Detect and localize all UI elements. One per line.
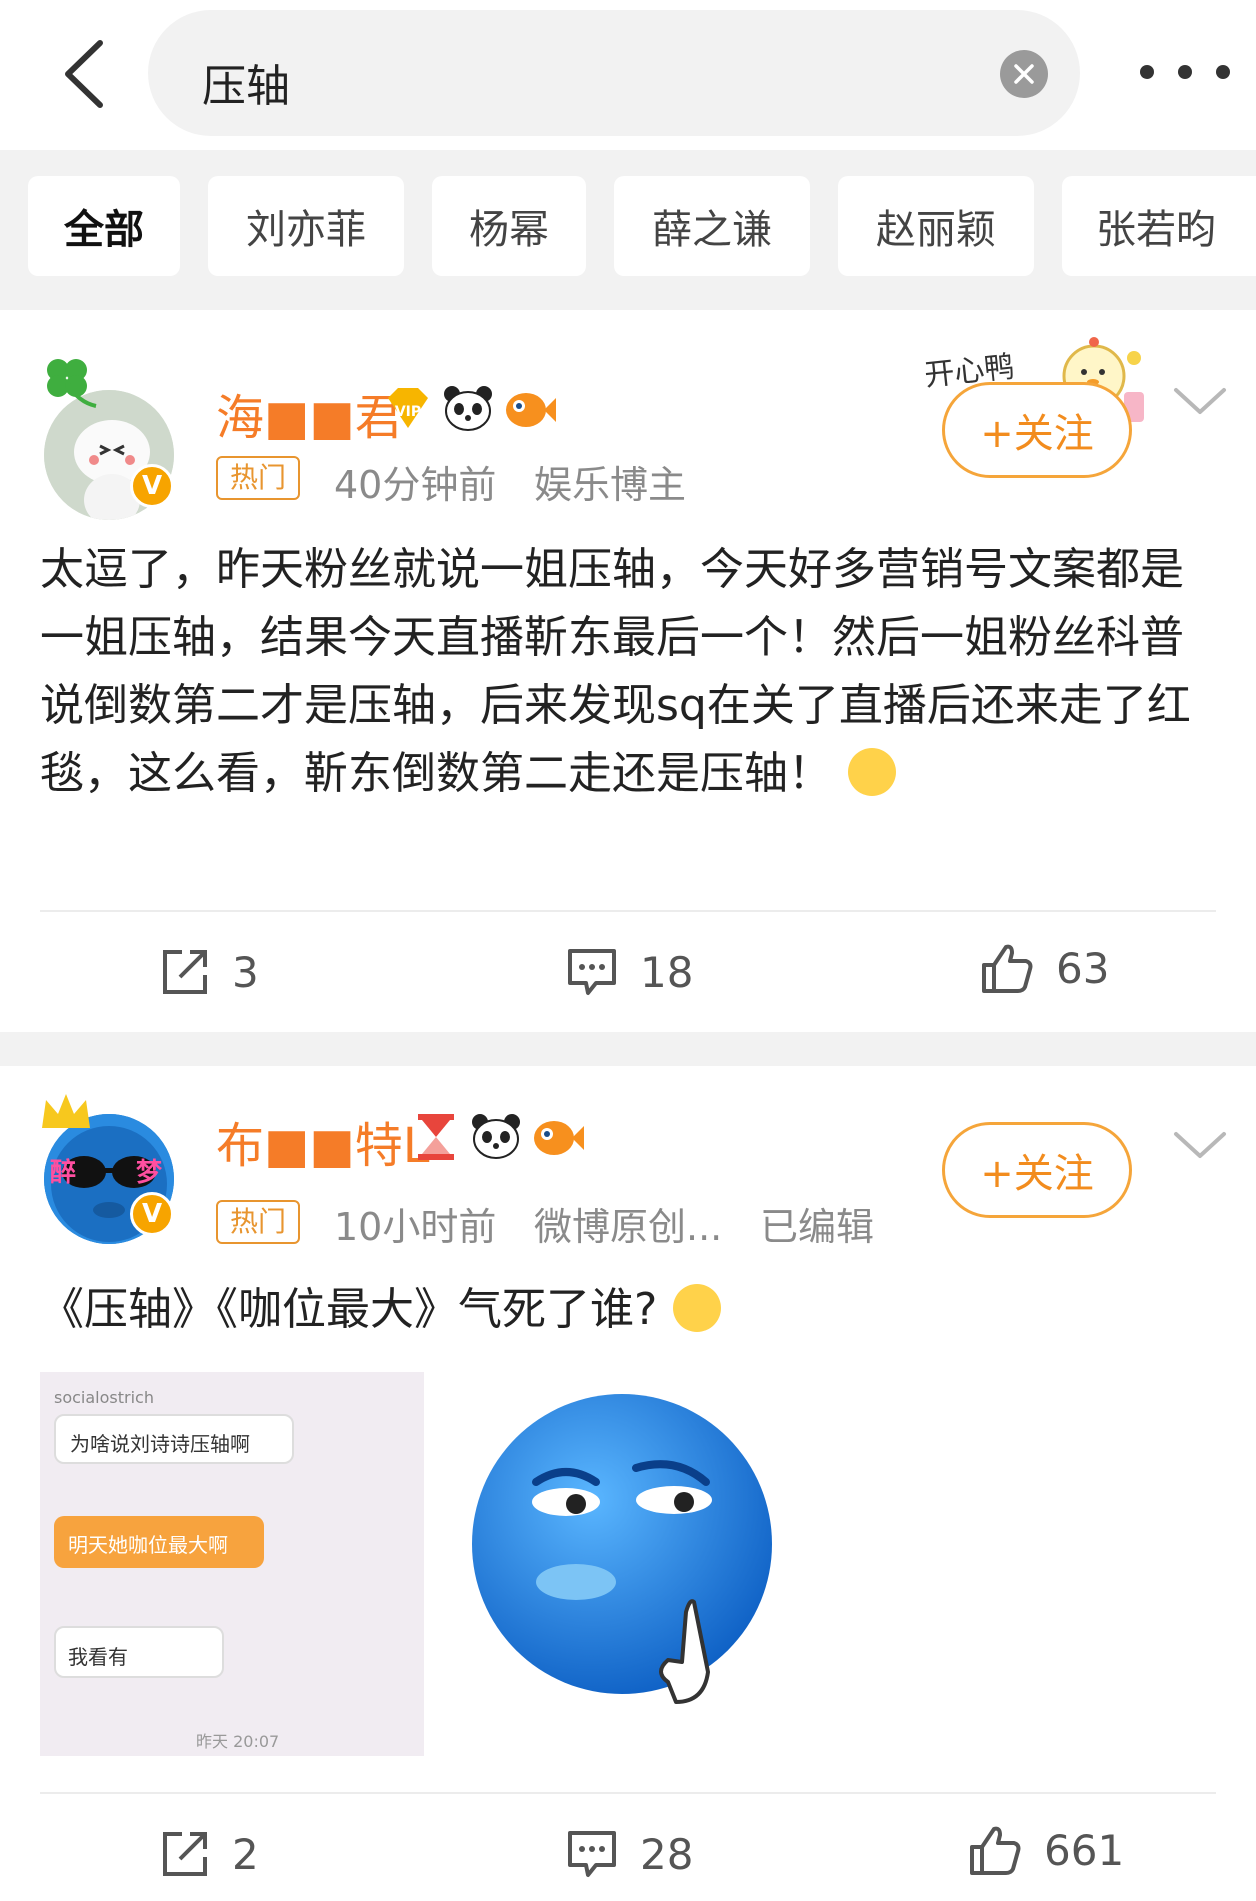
fish-icon: [506, 393, 556, 427]
divider: [40, 1792, 1216, 1794]
top-bar: 压轴: [0, 0, 1256, 150]
dot-icon: [1216, 65, 1230, 79]
comment-icon: [568, 949, 616, 995]
chevron-down-icon[interactable]: [1172, 1126, 1228, 1166]
post-image-emoji[interactable]: [446, 1372, 830, 1756]
chat-bubble: 明天她咖位最大啊: [54, 1516, 264, 1568]
dot-icon: [1178, 65, 1192, 79]
follow-button[interactable]: +关注: [942, 382, 1132, 478]
clear-search-button[interactable]: [1000, 50, 1048, 98]
comment-button[interactable]: 28: [566, 1824, 693, 1884]
card-separator: [0, 1032, 1256, 1066]
post-source: 微博原创...: [534, 1205, 723, 1249]
tab-xue-zhiqian[interactable]: 薛之谦: [614, 176, 810, 276]
post-text: 太逗了，昨天粉丝就说一姐压轴，今天好多营销号文案都是一姐压轴，结果今天直播靳东最…: [40, 536, 1220, 808]
back-button[interactable]: [44, 34, 124, 114]
vip-crown-icon: VIP: [388, 388, 428, 428]
chevron-left-icon: [65, 40, 103, 108]
like-count: 63: [1056, 943, 1110, 993]
laugh-cry-emoji-icon: [848, 748, 896, 796]
dot-icon: [1140, 65, 1154, 79]
more-options-button[interactable]: [1140, 52, 1230, 92]
comment-count: 28: [640, 1829, 694, 1879]
comment-button[interactable]: 18: [566, 942, 693, 1002]
post-time: 40分钟前: [334, 463, 497, 507]
username[interactable]: 布■■特L: [216, 1106, 429, 1176]
post-text: 《压轴》《咖位最大》气死了谁?: [40, 1276, 1220, 1344]
verified-badge-icon: V: [130, 464, 174, 508]
repost-button[interactable]: 3: [160, 942, 259, 1002]
search-input[interactable]: 压轴: [148, 10, 1080, 136]
tab-yang-mi[interactable]: 杨幂: [432, 176, 586, 276]
like-button[interactable]: 63: [980, 938, 1109, 998]
repost-icon: [163, 950, 207, 994]
avatar-text-left: 醉: [50, 1158, 77, 1188]
panda-icon: [444, 386, 492, 431]
chat-bubble: 为啥说刘诗诗压轴啊: [54, 1414, 294, 1464]
comment-icon: [568, 1831, 616, 1877]
fish-icon: [534, 1121, 584, 1155]
shush-emoji-icon: [673, 1284, 722, 1332]
crown-icon: [42, 1094, 90, 1128]
post-time: 10小时前: [334, 1205, 497, 1249]
post-image-chat[interactable]: socialostrich 为啥说刘诗诗压轴啊 明天她咖位最大啊 我看有 昨天 …: [40, 1372, 424, 1756]
panda-icon: [472, 1114, 520, 1159]
username[interactable]: 海■■君: [216, 378, 403, 448]
post-text-content: 太逗了，昨天粉丝就说一姐压轴，今天好多营销号文案都是一姐压轴，结果今天直播靳东最…: [40, 544, 1191, 799]
search-query-text: 压轴: [202, 61, 290, 112]
clover-icon: [47, 359, 97, 408]
tab-zhang-ruoyun[interactable]: 张若昀: [1062, 176, 1256, 276]
post-source: 娱乐博主: [534, 463, 687, 507]
tab-zhao-liying[interactable]: 赵丽颖: [838, 176, 1034, 276]
hot-tag: 热门: [216, 456, 301, 500]
post-card: 醉 梦 V 布■■特L 热门 10小时前 微博原创... 已编辑 +关注 《压轴…: [0, 1066, 1256, 1901]
chat-bubble: 我看有: [54, 1626, 224, 1678]
chat-message: 为啥说刘诗诗压轴啊: [70, 1432, 250, 1456]
verified-badge-icon: V: [130, 1192, 174, 1236]
comment-count: 18: [640, 947, 694, 997]
tab-liu-yifei[interactable]: 刘亦菲: [208, 176, 404, 276]
close-icon: [1014, 64, 1034, 84]
divider: [40, 910, 1216, 912]
repost-icon: [163, 1832, 207, 1876]
chat-message: 明天她咖位最大啊: [68, 1533, 228, 1557]
edited-label: 已编辑: [760, 1205, 875, 1249]
thumbs-up-icon: [982, 944, 1033, 993]
post-card: V 海■■君 VIP 热门 40分钟前 娱乐博主 开心鸭 +关注 太逗了，昨天粉…: [0, 326, 1256, 1032]
post-text-content: 《压轴》《咖位最大》气死了谁?: [40, 1284, 658, 1335]
avatar-text-right: 梦: [136, 1158, 163, 1188]
like-button[interactable]: 661: [968, 1820, 1124, 1880]
chat-header: socialostrich: [54, 1388, 154, 1407]
follow-button[interactable]: +关注: [942, 1122, 1132, 1218]
repost-button[interactable]: 2: [160, 1824, 259, 1884]
hot-tag: 热门: [216, 1200, 301, 1244]
chevron-down-icon[interactable]: [1172, 382, 1228, 422]
filter-tabs: 全部 刘亦菲 杨幂 薛之谦 赵丽颖 张若昀: [0, 150, 1256, 310]
like-count: 661: [1044, 1825, 1125, 1875]
tab-all[interactable]: 全部: [28, 176, 180, 276]
repost-count: 2: [232, 1829, 259, 1879]
chat-time: 昨天 20:07: [196, 1732, 280, 1751]
svg-text:VIP: VIP: [395, 404, 421, 420]
repost-count: 3: [232, 947, 259, 997]
thumbs-up-icon: [970, 1826, 1021, 1875]
smug-blue-face-icon: [472, 1394, 772, 1704]
hourglass-icon: [418, 1114, 454, 1160]
chat-message: 我看有: [68, 1645, 128, 1669]
